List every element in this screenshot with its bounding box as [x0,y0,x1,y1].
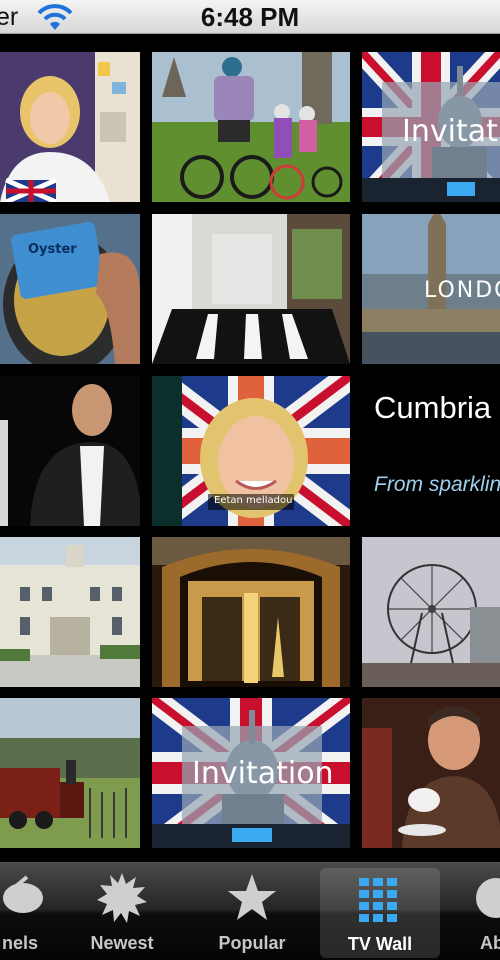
status-bar: er 6:48 PM [0,0,500,34]
video-tile-hotel[interactable] [152,537,350,687]
tab-newest[interactable]: Newest [72,863,172,960]
tab-channels[interactable]: nels [0,863,70,960]
manor-house-thumbnail [0,537,140,687]
oyster-card-label: Oyster [28,242,77,257]
presenter-thumbnail [0,52,140,202]
tab-label-popular: Popular [218,933,286,953]
tab-label-channels: nels [1,933,39,953]
clock: 6:48 PM [200,2,300,32]
video-tile-cumbria[interactable]: Cumbria From sparkling [362,376,500,526]
star-icon [228,874,276,920]
tab-tv-wall[interactable]: TV Wall [320,868,440,958]
ferris-wheel-thumbnail [362,537,500,687]
about-icon [476,878,500,918]
video-tile-presenter-flag[interactable]: Eetan melladou [152,376,350,526]
cumbria-title: Cumbria [374,390,492,425]
newest-icon [97,873,147,923]
cyclists-thumbnail [152,52,350,202]
video-tile-london[interactable]: LONDON [362,214,500,364]
video-tile-steam-train[interactable] [0,698,140,848]
tab-label-newest: Newest [90,933,154,953]
video-tile-cyclists[interactable] [152,52,350,202]
video-tile-invitation-1[interactable]: Invitation [362,52,500,202]
video-tile-speaker[interactable] [0,376,140,526]
oyster-card-thumbnail [0,214,140,364]
hotel-entrance-thumbnail [152,537,350,687]
video-tile-invitation-2[interactable]: Invitation [152,698,350,848]
speaker-thumbnail [0,376,140,526]
london-title: LONDON [424,278,500,303]
video-tile-tea-drinker[interactable] [362,698,500,848]
tab-popular[interactable]: Popular [200,863,304,960]
tab-about[interactable]: Ab [466,863,500,960]
tab-label-tv-wall: TV Wall [347,934,413,954]
invitation-title: Invitation [402,114,500,149]
invitation-title-2: Invitation [192,756,334,791]
tv-wall-grid: Invitation Oyster [0,38,500,860]
steam-train-thumbnail [0,698,140,848]
tab-label-about: Ab [480,933,500,953]
video-tile-ferris-wheel[interactable] [362,537,500,687]
video-tile-manor[interactable] [0,537,140,687]
zebra-crossing-thumbnail [152,214,350,364]
cumbria-subtitle: From sparkling [374,473,500,496]
channels-icon [3,875,43,913]
video-tile-crossing[interactable] [152,214,350,364]
subtitle-caption: Eetan melladou [214,495,293,506]
video-tile-oyster[interactable]: Oyster [0,214,140,364]
tea-drinker-thumbnail [362,698,500,848]
tab-bar: nels Newest Popular TV Wall Ab [0,862,500,960]
video-tile-presenter[interactable] [0,52,140,202]
grid-icon [359,878,397,922]
